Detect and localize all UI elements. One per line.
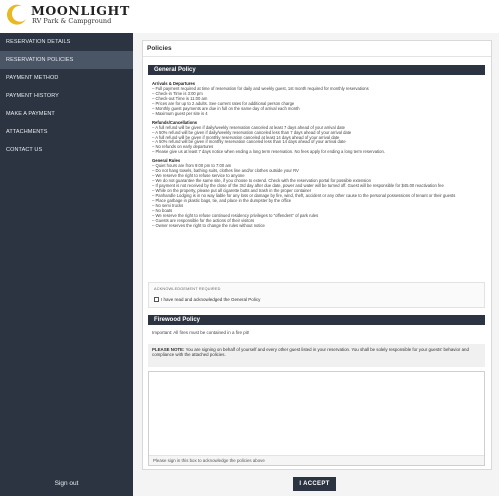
signature-hint: Please sign in this box to acknowledge t… xyxy=(149,455,484,465)
sidebar-item-make-a-payment[interactable]: Make a Payment xyxy=(0,105,133,123)
firewood-important-text: Important: All fires must be contained i… xyxy=(152,330,250,335)
divider xyxy=(143,56,491,57)
sidebar-item-reservation-policies[interactable]: Reservation Policies xyxy=(0,51,133,69)
policy-line: – Maximum guest per site is 4 xyxy=(152,110,208,116)
page-title: Policies xyxy=(147,45,172,52)
sidebar-item-contact-us[interactable]: Contact Us xyxy=(0,141,133,159)
app-header: MOONLIGHT RV Park & Campground xyxy=(0,0,499,33)
policies-panel: Policies General Policy Arrivals & Depar… xyxy=(142,40,492,470)
sidebar-item-attachments[interactable]: Attachments xyxy=(0,123,133,141)
brand-tagline: RV Park & Campground xyxy=(32,17,112,25)
notice-box: PLEASE NOTE: You are signing on behalf o… xyxy=(148,344,485,367)
main-content: Policies General Policy Arrivals & Depar… xyxy=(133,33,499,496)
sidebar: Reservation Details Reservation Policies… xyxy=(0,33,133,496)
general-policy-text: Arrivals & Departures – Full payment requ… xyxy=(152,81,482,233)
policy-line: – Please give us at least 7 days notice … xyxy=(152,149,386,155)
acknowledgement-heading: ACKNOWLEDGEMENT REQUIRED xyxy=(154,287,221,291)
policy-group: Arrivals & Departures – Full payment requ… xyxy=(152,81,482,117)
sign-out-link[interactable]: Sign out xyxy=(0,480,133,487)
acknowledgement-box: ACKNOWLEDGEMENT REQUIRED I have read and… xyxy=(148,282,485,308)
firewood-policy-header: Firewood Policy xyxy=(148,315,485,325)
brand-name: MOONLIGHT xyxy=(31,3,130,18)
sidebar-item-payment-method[interactable]: Payment Method xyxy=(0,69,133,87)
policy-group: General Rules – Quiet hours are from 9:00… xyxy=(152,158,482,228)
accept-button[interactable]: I ACCEPT xyxy=(293,477,336,491)
sidebar-item-payment-history[interactable]: Payment History xyxy=(0,87,133,105)
notice-text: You are signing on behalf of yourself an… xyxy=(152,347,469,358)
crescent-moon-icon xyxy=(6,4,26,25)
signature-pad[interactable]: Please sign in this box to acknowledge t… xyxy=(148,371,485,466)
sidebar-item-reservation-details[interactable]: Reservation Details xyxy=(0,33,133,51)
policy-group: Refunds/Cancellations – A full refund wil… xyxy=(152,120,482,156)
acknowledge-label[interactable]: I have read and acknowledged the General… xyxy=(161,297,260,302)
acknowledge-checkbox[interactable] xyxy=(154,297,159,302)
policy-line: – Owner reserves the right to change the… xyxy=(152,222,265,228)
general-policy-header: General Policy xyxy=(148,65,485,75)
